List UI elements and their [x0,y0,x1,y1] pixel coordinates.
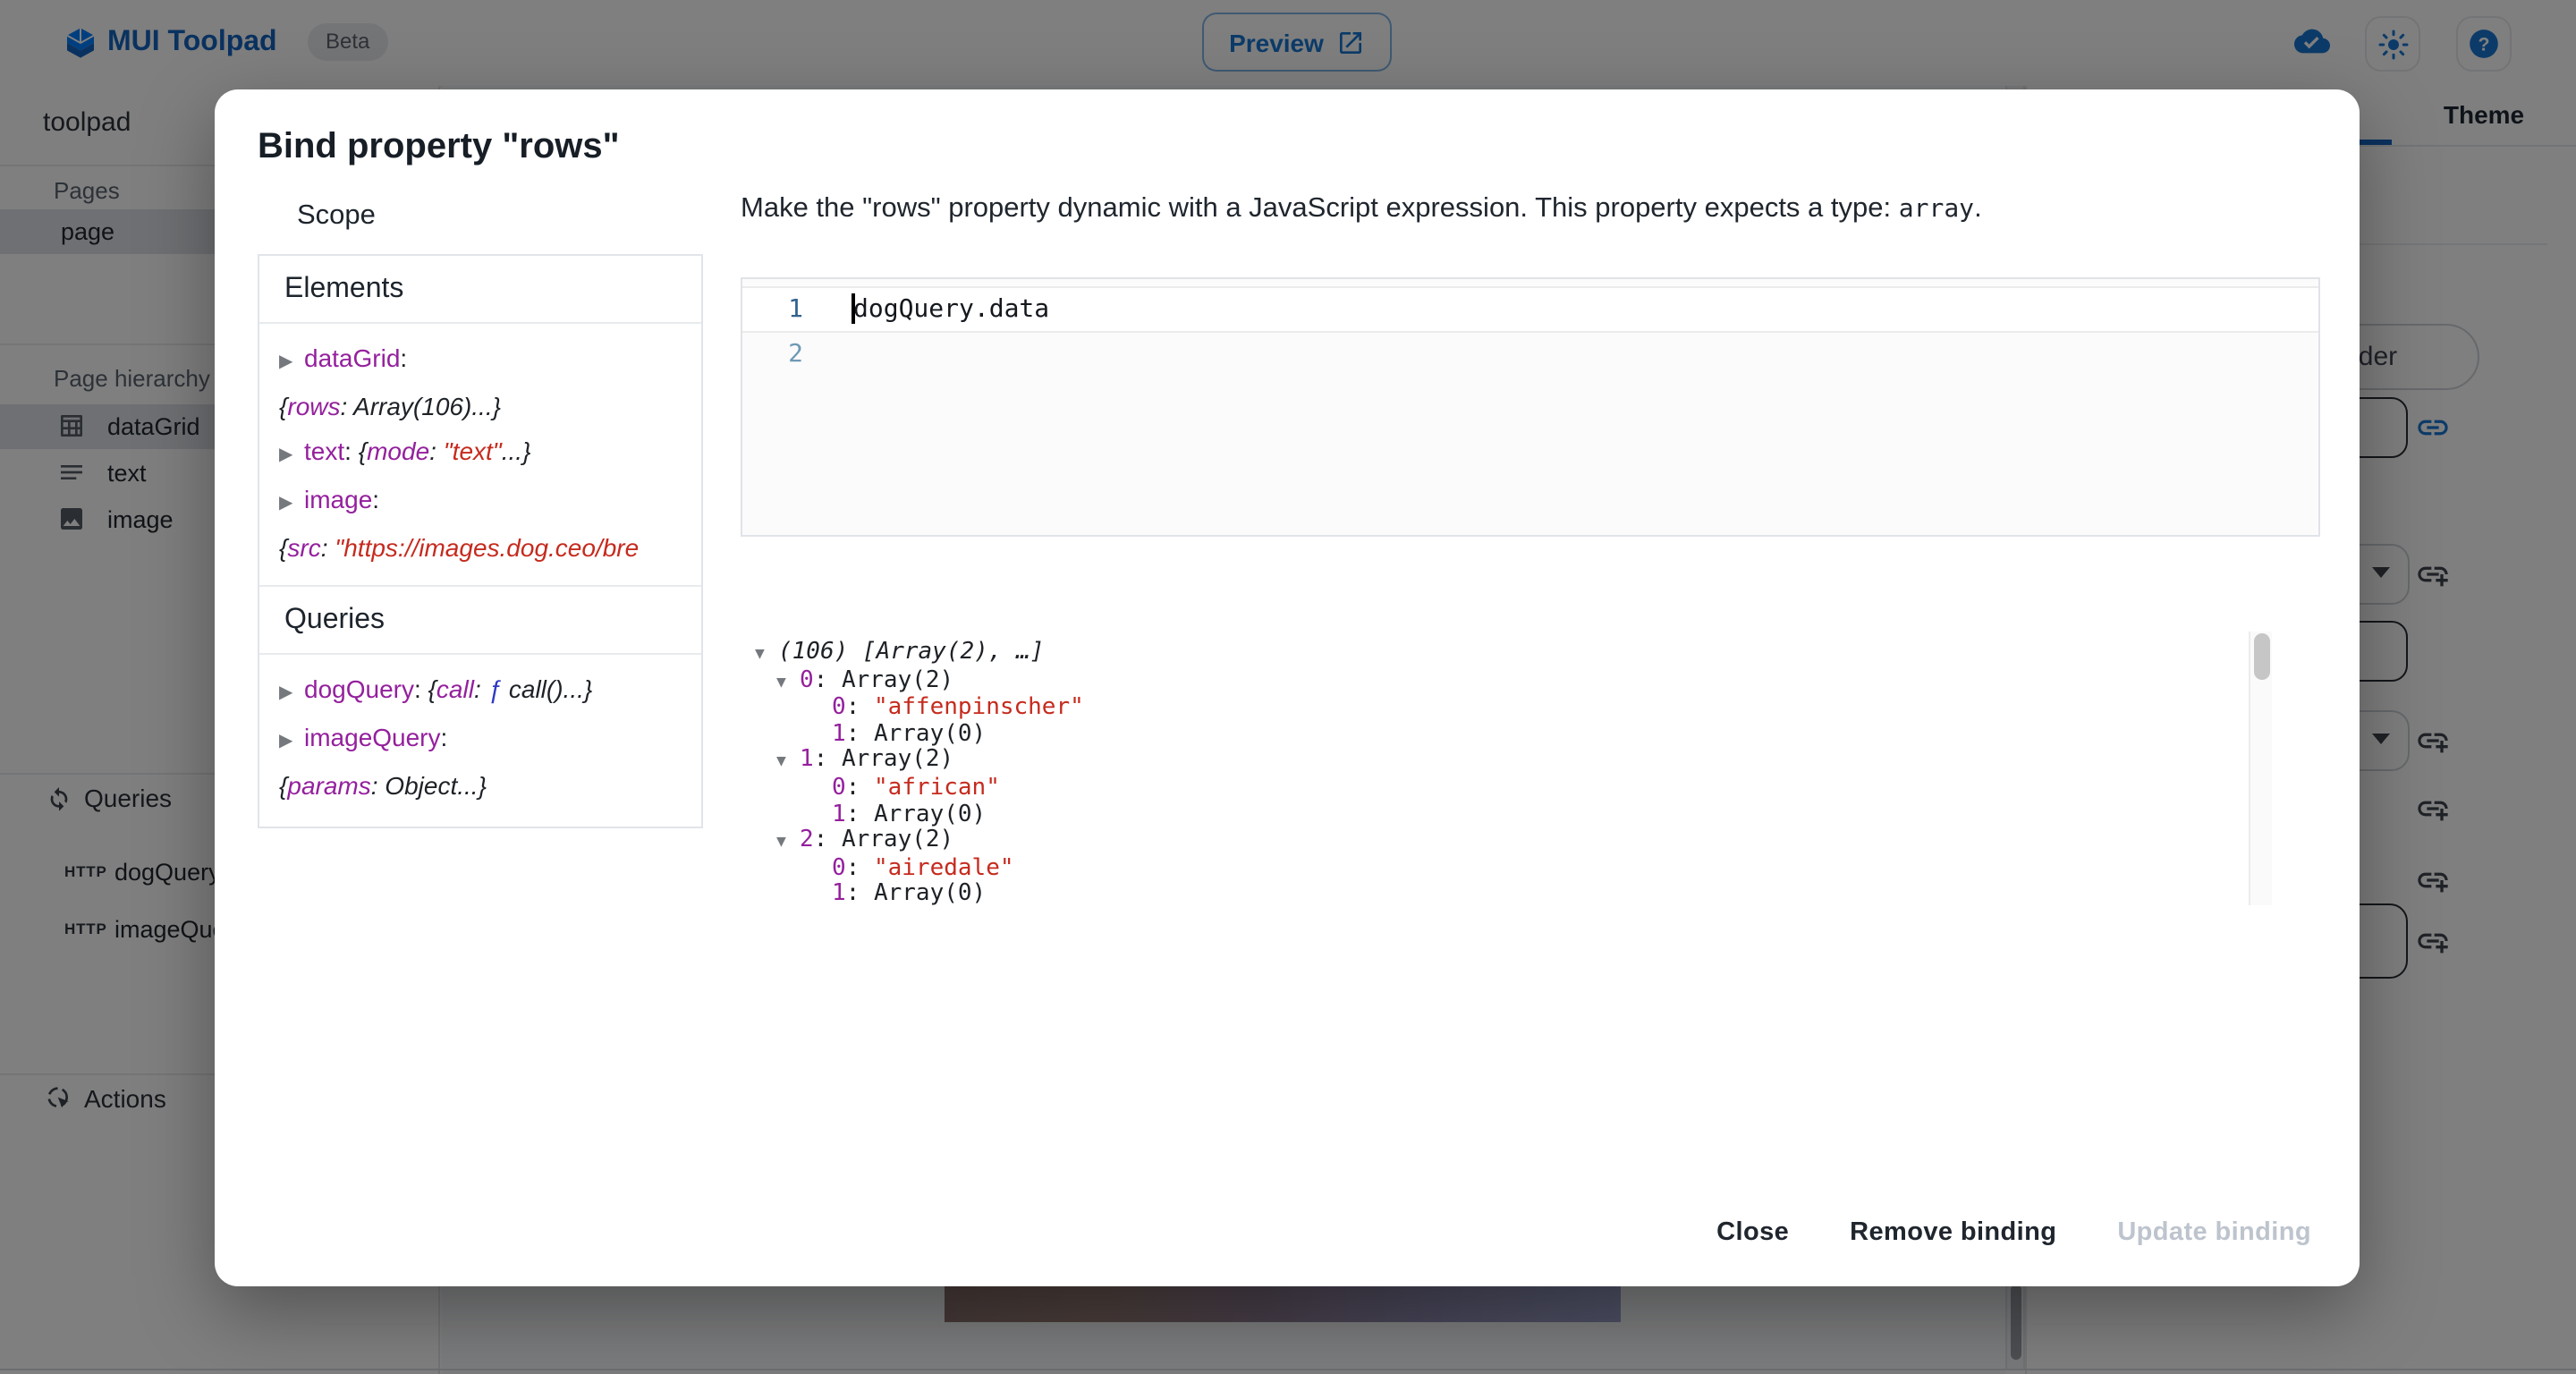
scope-horizontal-scrollbar[interactable] [259,823,701,828]
tree-row: 1: Array(0) [741,802,2274,828]
editor-code: dogQuery.data [803,288,1049,331]
editor-line-1[interactable]: 1 dogQuery.data [742,286,2318,333]
app-root: MUI Toolpad Beta Preview [0,0,2576,1374]
instruction-text: Make the "rows" property dynamic with a … [741,193,1899,224]
scope-explorer: Elements ▶dataGrid: {rows: Array(106)...… [258,254,703,828]
line-number: 2 [742,333,803,376]
update-binding-button[interactable]: Update binding [2099,1208,2329,1258]
scope-item-imagequery-preview: {params: Object...} [279,764,687,809]
editor-code [803,333,853,376]
dialog-instruction: Make the "rows" property dynamic with a … [741,193,1982,225]
tree-row: 1: Array(0) [741,883,2274,905]
scope-item-text[interactable]: ▶text: {mode: "text"...} [279,429,687,478]
scope-item-image-preview: {src: "https://images.dog.ceo/bre [279,526,687,571]
js-expression-editor[interactable]: 1 dogQuery.data 2 [741,277,2320,537]
instruction-period: . [1974,193,1982,224]
result-vertical-scrollbar[interactable] [2249,632,2272,905]
tree-row: 0: "affenpinscher" [741,696,2274,722]
tree-row[interactable]: ▼2: Array(2) [741,828,2274,856]
bind-property-dialog: Bind property "rows" Scope Elements ▶dat… [215,89,2360,1286]
tree-row[interactable]: ▼(106) [Array(2), …] [741,640,2274,668]
scope-item-dogquery[interactable]: ▶dogQuery: {call: ƒ call()...} [279,667,687,716]
editor-line-2[interactable]: 2 [742,333,2318,376]
result-scrollbar-thumb[interactable] [2254,633,2270,680]
scope-item-imagequery[interactable]: ▶imageQuery: [279,716,687,764]
dialog-actions: Close Remove binding Update binding [1699,1208,2329,1258]
close-button[interactable]: Close [1699,1208,1807,1258]
tree-row[interactable]: ▼0: Array(2) [741,668,2274,696]
queries-tree: ▶dogQuery: {call: ƒ call()...} ▶imageQue… [259,655,701,823]
scope-item-image[interactable]: ▶image: [279,478,687,526]
dialog-title: Bind property "rows" [258,127,620,168]
remove-binding-button[interactable]: Remove binding [1832,1208,2074,1258]
line-number: 1 [742,288,803,331]
instruction-type: array [1899,195,1974,224]
tree-row: 0: "african" [741,776,2274,802]
text-cursor [852,293,854,324]
elements-tree: ▶dataGrid: {rows: Array(106)...} ▶text: … [259,324,701,585]
evaluation-result-tree: ▼(106) [Array(2), …] ▼0: Array(2) 0: "af… [741,632,2274,905]
tree-row: 1: Array(0) [741,723,2274,749]
scope-item-datagrid-preview: {rows: Array(106)...} [279,385,687,429]
tree-row: 0: "airedale" [741,857,2274,883]
scope-label: Scope [297,200,376,233]
tree-row[interactable]: ▼1: Array(2) [741,749,2274,776]
elements-header: Elements [259,256,701,322]
scope-item-datagrid[interactable]: ▶dataGrid: [279,336,687,385]
queries-header: Queries [259,587,701,653]
